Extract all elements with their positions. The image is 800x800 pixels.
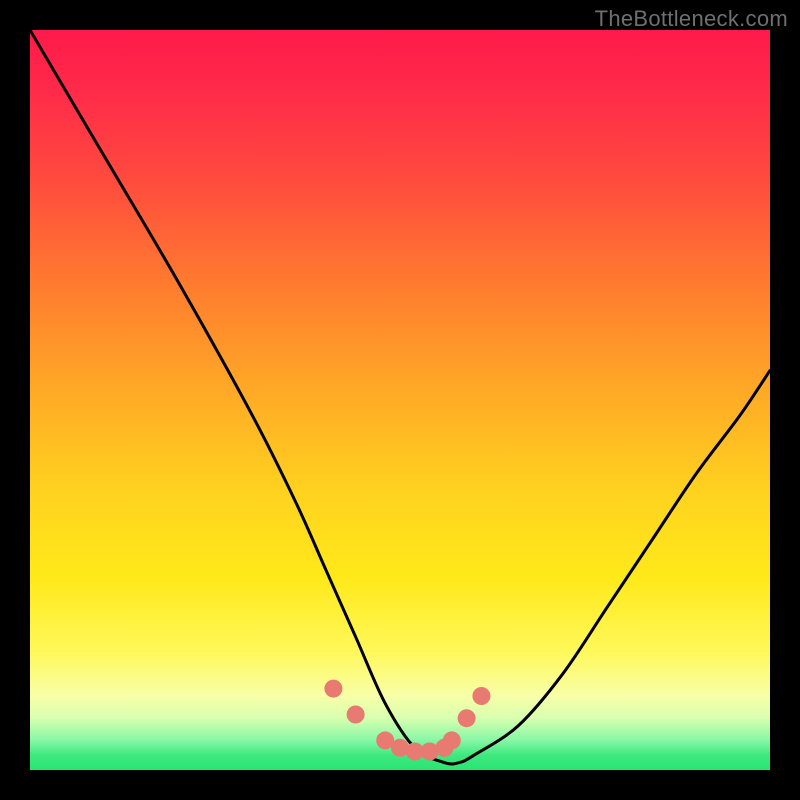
chart-frame: TheBottleneck.com: [0, 0, 800, 800]
marker-dot: [347, 706, 365, 724]
plot-area: [30, 30, 770, 770]
marker-dot: [443, 731, 461, 749]
marker-dot: [324, 680, 342, 698]
marker-dot: [472, 687, 490, 705]
watermark-text: TheBottleneck.com: [595, 6, 788, 32]
bottleneck-markers: [324, 680, 490, 761]
curve-layer: [30, 30, 770, 770]
bottleneck-curve: [30, 30, 770, 764]
marker-dot: [458, 709, 476, 727]
